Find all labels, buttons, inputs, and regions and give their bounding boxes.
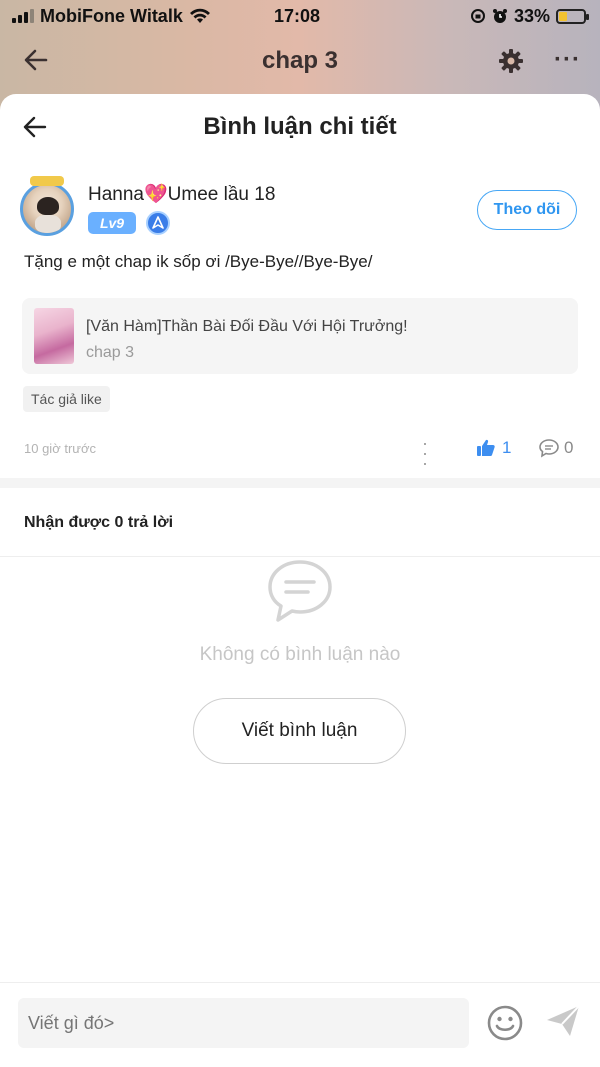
level-badge: Lv9 [88, 212, 136, 234]
rank-badge-icon [146, 211, 170, 235]
comment-time: 10 giờ trước [24, 441, 96, 456]
app-header: chap 3 ··· [0, 38, 600, 84]
avatar[interactable] [20, 182, 74, 236]
write-comment-button[interactable]: Viết bình luận [193, 698, 406, 764]
chapter-label: chap 3 [86, 344, 135, 361]
follow-button[interactable]: Theo dõi [477, 190, 577, 230]
comment-meta-row: 10 giờ trước · · · 1 0 [24, 434, 576, 472]
comment-detail-sheet: Bình luận chi tiết Hanna💖Umee lầu 18 Lv9… [0, 94, 600, 1067]
status-left: MobiFone Witalk [12, 6, 211, 27]
comment-bubble-icon [539, 439, 559, 458]
author-like-tag: Tác giả like [23, 386, 110, 412]
divider [0, 556, 600, 557]
user-row: Hanna💖Umee lầu 18 Lv9 Theo dõi [20, 176, 580, 242]
empty-state-text: Không có bình luận nào [199, 644, 401, 665]
status-right: 33% [470, 5, 589, 27]
section-divider [0, 478, 600, 488]
status-time: 17:08 [274, 5, 321, 26]
send-icon[interactable] [544, 1002, 582, 1040]
like-button[interactable]: 1 [476, 438, 511, 458]
battery-icon [556, 8, 589, 24]
signal-icon [12, 9, 34, 23]
comment-input[interactable] [18, 998, 469, 1048]
comic-thumbnail [34, 308, 74, 364]
thumbs-up-icon [477, 439, 495, 456]
reply-button[interactable]: 0 [538, 438, 573, 458]
replies-count-label: Nhận được 0 trả lời [24, 514, 174, 531]
username[interactable]: Hanna💖Umee lầu 18 [88, 182, 275, 206]
carrier-label: MobiFone Witalk [40, 5, 183, 26]
sheet-back-arrow-icon[interactable] [22, 114, 48, 140]
rotation-lock-icon [470, 9, 485, 23]
battery-percent: 33% [513, 5, 550, 26]
heart-emoji: 💖 [144, 184, 168, 205]
username-part1: Hanna [88, 184, 144, 205]
wifi-icon [189, 8, 210, 23]
status-bar: MobiFone Witalk 17:08 33% [0, 0, 600, 32]
empty-comment-icon [268, 560, 332, 622]
comic-title: [Văn Hàm]Thần Bài Đối Đầu Với Hội Trưởng… [86, 318, 408, 335]
vertical-dots-icon[interactable]: · · · [422, 434, 428, 472]
chapter-title: chap 3 [261, 47, 339, 74]
username-part2: Umee lầu 18 [167, 184, 276, 205]
chapter-reference-card[interactable]: [Văn Hàm]Thần Bài Đối Đầu Với Hội Trưởng… [22, 298, 578, 374]
comment-text: Tặng e một chap ik sốp ơi /Bye-Bye//Bye-… [24, 252, 373, 271]
alarm-icon [492, 9, 507, 23]
avatar-frame-badge [30, 176, 64, 186]
input-divider [0, 982, 600, 983]
reply-count: 0 [564, 438, 574, 457]
back-arrow-icon[interactable] [22, 46, 50, 74]
sheet-header: Bình luận chi tiết [0, 94, 600, 160]
sheet-title: Bình luận chi tiết [203, 113, 397, 140]
like-count: 1 [502, 438, 512, 457]
battery-fill [559, 11, 567, 21]
more-icon[interactable]: ··· [554, 46, 581, 74]
emoji-icon[interactable] [486, 1004, 524, 1042]
gear-icon[interactable] [498, 48, 524, 74]
